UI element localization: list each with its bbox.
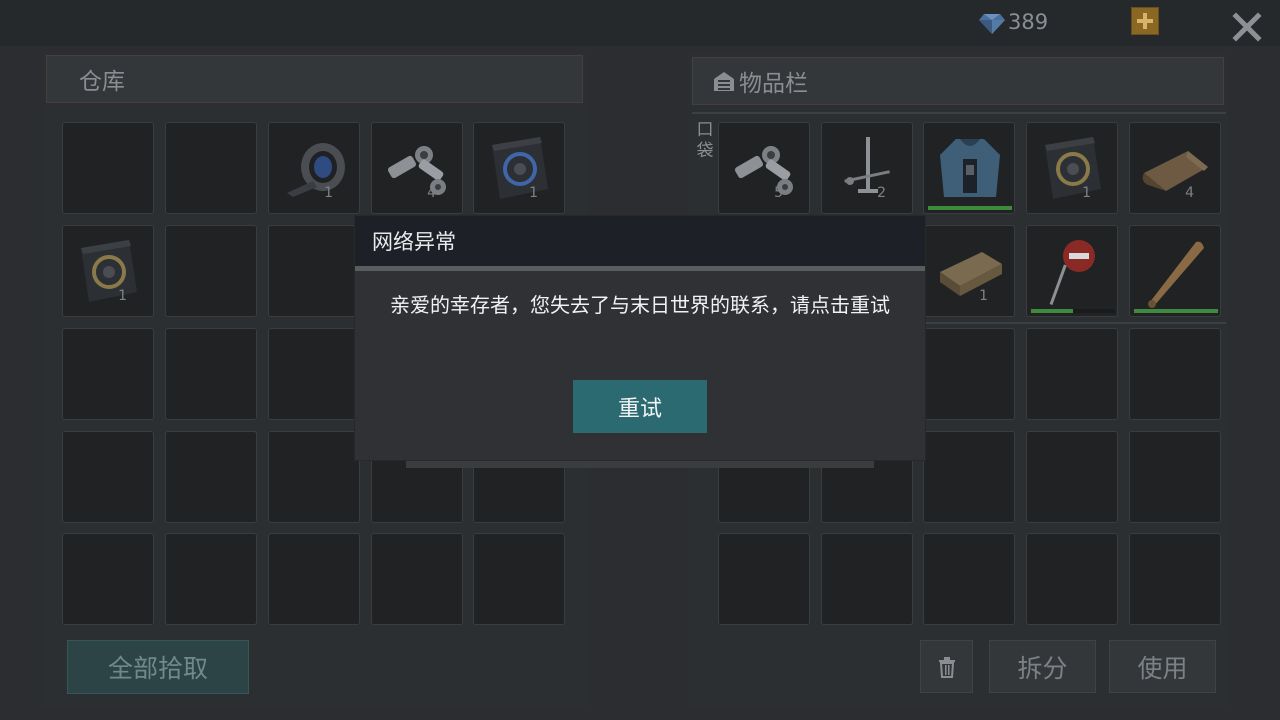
warehouse-slot[interactable]: 1: [62, 225, 154, 317]
nuts-bolts-icon: [387, 146, 446, 195]
inventory-slot[interactable]: 2: [821, 122, 913, 214]
delete-button[interactable]: [920, 640, 973, 693]
warehouse-slot[interactable]: [165, 225, 257, 317]
gold-book-icon: [1045, 137, 1101, 199]
retry-button[interactable]: 重试: [573, 380, 707, 433]
split-button[interactable]: 拆分: [989, 640, 1096, 693]
use-button[interactable]: 使用: [1109, 640, 1216, 693]
warehouse-slot[interactable]: [62, 122, 154, 214]
warehouse-slot[interactable]: [165, 122, 257, 214]
inventory-slot[interactable]: [1026, 431, 1118, 523]
warehouse-slot[interactable]: [62, 533, 154, 625]
item-quantity: 1: [529, 185, 538, 201]
inventory-slot[interactable]: [1026, 225, 1118, 317]
leather-scroll-icon: [1142, 151, 1208, 191]
inventory-slot[interactable]: [1129, 533, 1221, 625]
warehouse-slot[interactable]: [62, 431, 154, 523]
durability-bar: [1134, 309, 1218, 313]
inventory-slot[interactable]: [923, 328, 1015, 420]
item-quantity: 1: [979, 288, 988, 304]
item-quantity: 4: [427, 185, 436, 201]
warehouse-slot[interactable]: [473, 533, 565, 625]
inventory-title: 物品栏: [739, 71, 808, 97]
inventory-slot[interactable]: [923, 533, 1015, 625]
warehouse-slot[interactable]: 1: [268, 122, 360, 214]
wood-plank-icon: [940, 252, 1002, 296]
durability-bar: [928, 206, 1012, 210]
warehouse-slot[interactable]: [268, 533, 360, 625]
warehouse-slot[interactable]: [62, 328, 154, 420]
backpack-icon: [714, 72, 734, 91]
gem-counter: 389: [978, 8, 1048, 36]
nails-icon: [844, 137, 890, 193]
inventory-header: 物品栏: [692, 57, 1224, 105]
item-quantity: 2: [877, 185, 886, 201]
warehouse-slot[interactable]: [371, 533, 463, 625]
top-bar: 389: [0, 0, 1280, 46]
inventory-slot[interactable]: 1: [923, 225, 1015, 317]
inventory-slot[interactable]: 5: [718, 122, 810, 214]
blue-book-icon: [492, 137, 548, 199]
close-icon: [1232, 12, 1262, 42]
warehouse-slot[interactable]: [268, 431, 360, 523]
gem-count: 389: [1008, 10, 1049, 34]
item-quantity: 1: [324, 185, 333, 201]
inventory-slot[interactable]: [718, 533, 810, 625]
inventory-slot[interactable]: [1026, 533, 1118, 625]
stop-sign-icon: [1049, 240, 1095, 306]
inventory-slot[interactable]: 1: [1026, 122, 1118, 214]
dialog-divider: [355, 266, 925, 271]
item-quantity: 1: [1082, 185, 1091, 201]
inventory-slot[interactable]: [1129, 225, 1221, 317]
nuts-bolts-icon: [734, 146, 793, 195]
dialog-message: 亲爱的幸存者，您失去了与末日世界的联系，请点击重试: [390, 293, 890, 317]
warehouse-title: 仓库: [79, 69, 125, 95]
divider: [692, 112, 1226, 114]
inventory-slot[interactable]: [821, 533, 913, 625]
pickup-all-button[interactable]: 全部拾取: [67, 640, 249, 694]
pocket-label: 口 袋: [696, 120, 714, 161]
diamond-gem-icon: [979, 14, 1005, 34]
inventory-slot[interactable]: [1129, 328, 1221, 420]
inventory-slot[interactable]: [923, 431, 1015, 523]
inventory-slot[interactable]: [923, 122, 1015, 214]
warehouse-slot[interactable]: 4: [371, 122, 463, 214]
warehouse-slot[interactable]: [165, 533, 257, 625]
hoodie-icon: [940, 139, 1000, 197]
warehouse-slot[interactable]: 1: [473, 122, 565, 214]
baseball-bat-icon: [1148, 241, 1204, 308]
trash-icon: [938, 656, 955, 678]
close-button[interactable]: [1228, 8, 1266, 46]
warehouse-slot[interactable]: [165, 431, 257, 523]
plus-icon: [1137, 13, 1153, 29]
duct-tape-icon: [287, 143, 345, 197]
gold-book-icon: [81, 240, 137, 302]
item-quantity: 5: [774, 185, 783, 201]
inventory-slot[interactable]: 4: [1129, 122, 1221, 214]
warehouse-slot[interactable]: [268, 225, 360, 317]
add-gems-button[interactable]: [1131, 7, 1159, 35]
warehouse-slot[interactable]: [268, 328, 360, 420]
network-error-dialog: 网络异常 亲爱的幸存者，您失去了与末日世界的联系，请点击重试 重试: [355, 216, 925, 460]
inventory-slot[interactable]: [1026, 328, 1118, 420]
warehouse-slot[interactable]: [165, 328, 257, 420]
item-quantity: 4: [1185, 185, 1194, 201]
warehouse-header: 仓库: [46, 55, 583, 103]
durability-bar: [1031, 309, 1115, 313]
dialog-title: 网络异常: [355, 216, 925, 266]
inventory-slot[interactable]: [1129, 431, 1221, 523]
item-quantity: 1: [118, 288, 127, 304]
